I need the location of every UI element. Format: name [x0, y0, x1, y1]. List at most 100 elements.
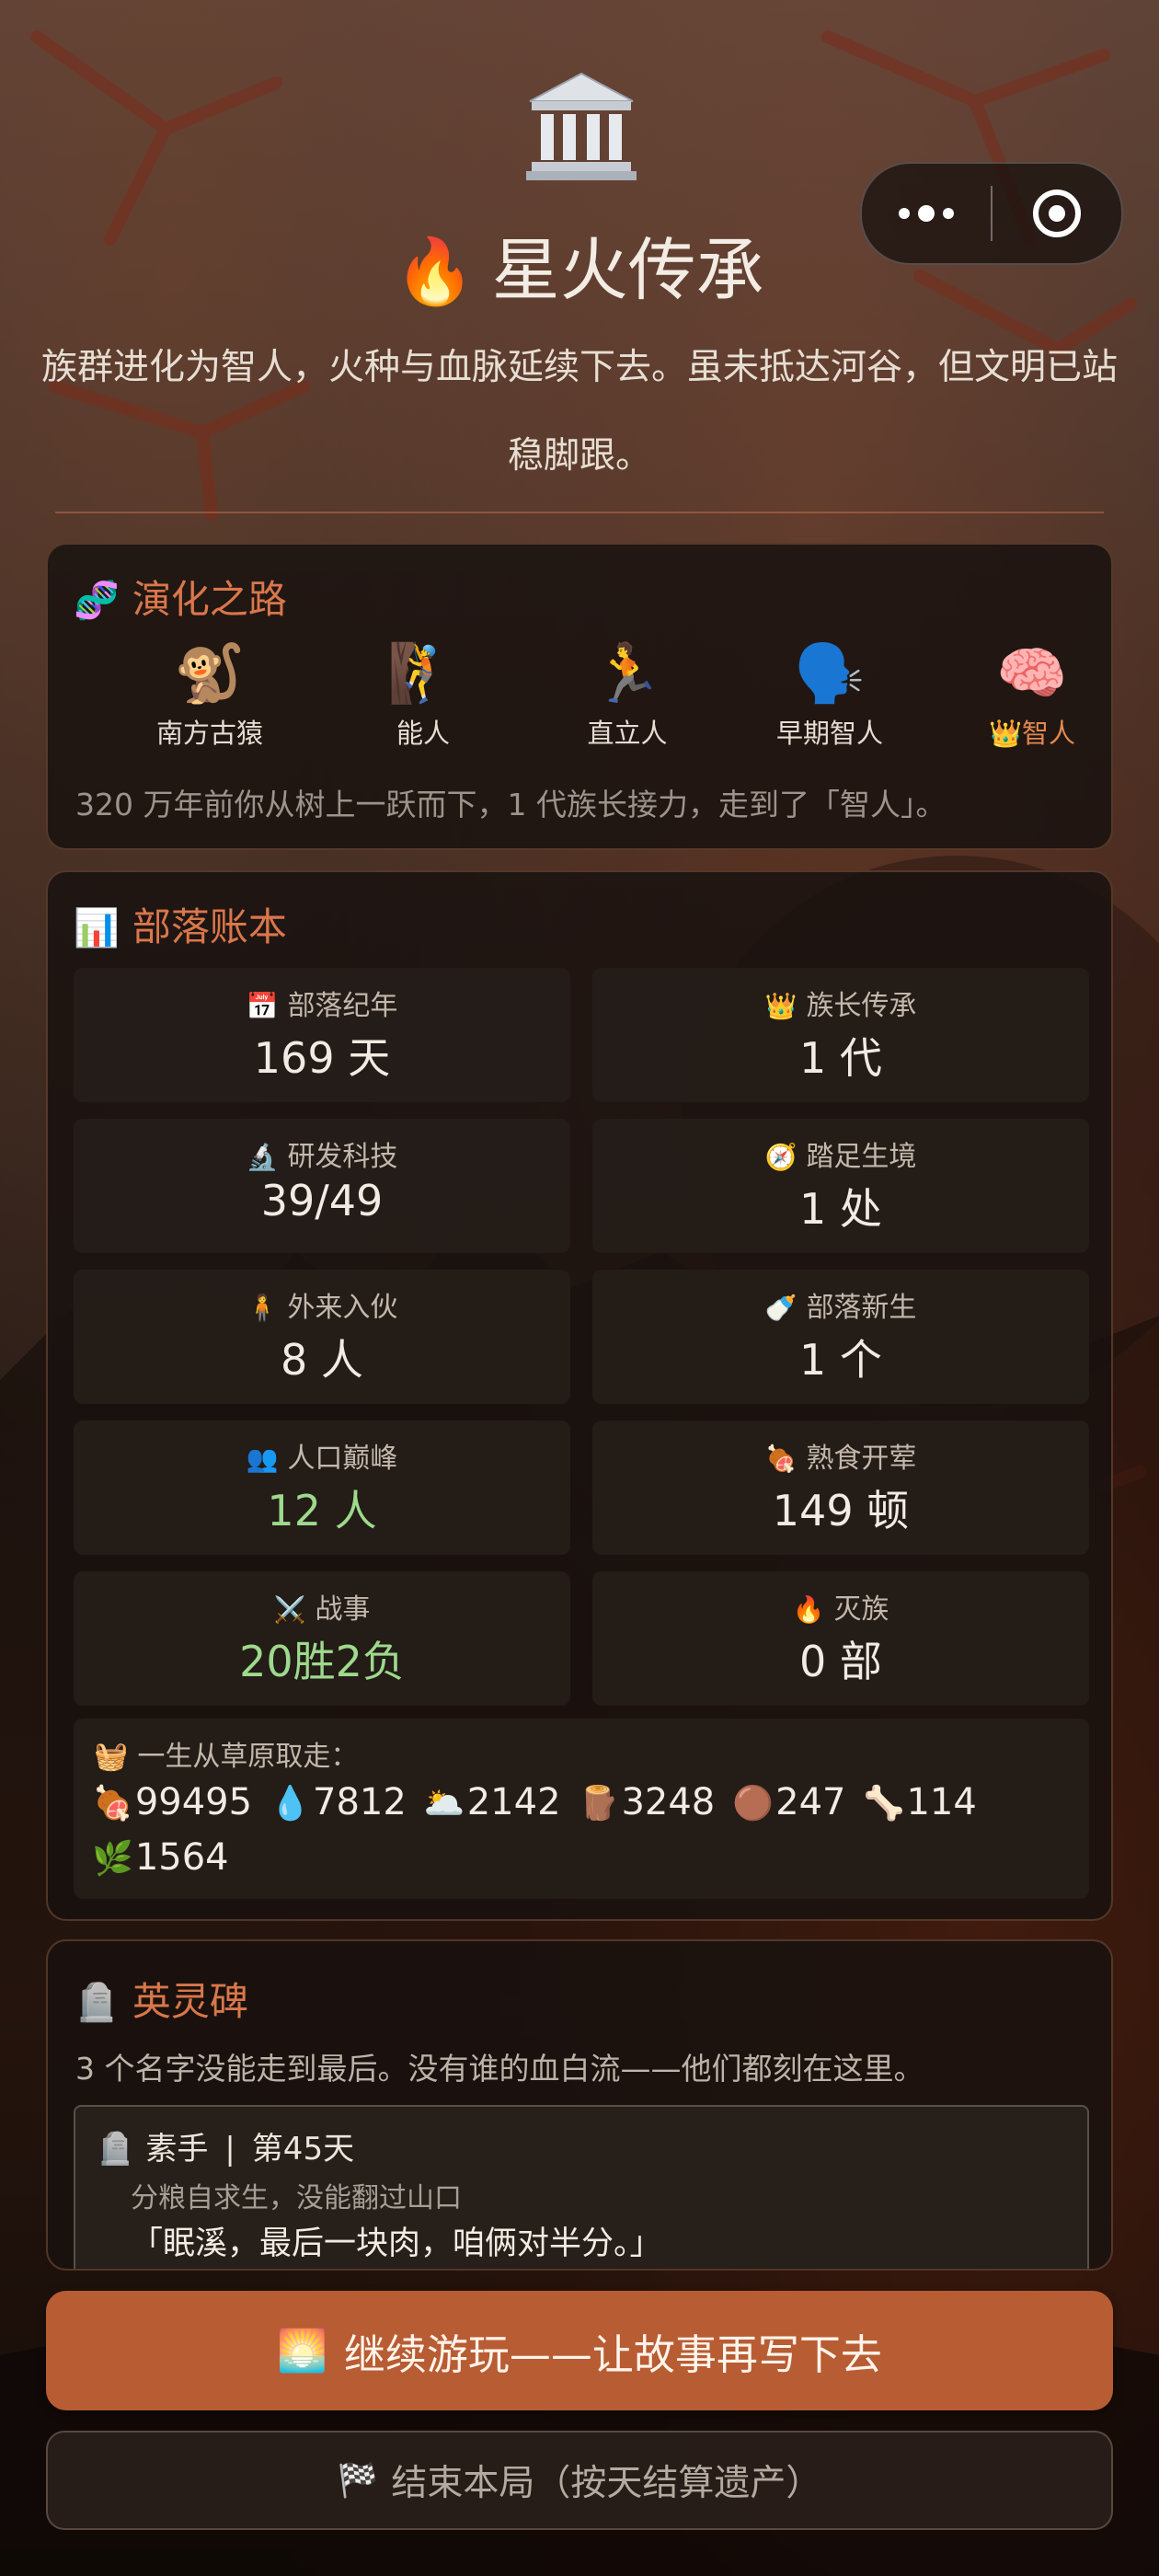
wood-log-icon: 🪵 — [578, 1785, 620, 1823]
speaking-head-icon: 🗣️ — [794, 639, 866, 707]
stat-label: 🍖 熟食开荤 — [592, 1435, 1089, 1476]
monkey-icon: 🐒 — [174, 639, 246, 707]
stat-chief-generations: 👑 族长传承 1 代 — [592, 968, 1089, 1102]
end-game-button[interactable]: 🏁 结束本局（按天结算遗产） — [46, 2431, 1113, 2530]
baby-bottle-icon: 🍼 — [764, 1293, 798, 1323]
evolution-note: 320 万年前你从树上一跃而下，1 代族长接力，走到了「智人」。 — [75, 787, 947, 822]
stat-tribes-destroyed: 🔥 灭族 0 部 — [592, 1571, 1089, 1706]
memorial-note: 3 个名字没能走到最后。没有谁的血白流——他们都刻在这里。 — [75, 2051, 924, 2087]
resource-wood: 🪵3248 — [579, 1776, 716, 1831]
ledger-title: 📊 部落账本 — [74, 896, 287, 952]
stat-peak-population: 👥 人口巅峰 12 人 — [74, 1420, 570, 1555]
people-icon: 👥 — [246, 1443, 279, 1474]
compass-icon: 🧭 — [764, 1142, 798, 1172]
stat-label-text: 研发科技 — [287, 1141, 398, 1173]
resource-stone: 🟤247 — [732, 1776, 845, 1831]
sunrise-icon: 🌅 — [277, 2328, 327, 2375]
bar-chart-icon: 📊 — [74, 907, 120, 949]
resource-list: 🍖99495 💧7812 🌥️2142 🪵3248 🟤247 🦴114 🌿156… — [92, 1776, 1076, 1886]
stat-value: 8 人 — [281, 1335, 363, 1385]
classical-building-icon — [526, 72, 637, 180]
ending-screen: 🔥 星火传承 族群进化为智人，火种与血脉延续下去。虽未抵达河谷，但文明已站稳脚跟。… — [0, 0, 1159, 2576]
stat-value: 20胜2负 — [239, 1637, 405, 1686]
microscope-icon: 🔬 — [246, 1142, 279, 1172]
stat-value: 1 个 — [799, 1335, 882, 1385]
memorial-title: 🪦 英灵碑 — [74, 1971, 248, 2027]
stat-value: 169 天 — [253, 1033, 391, 1083]
stat-label-text: 踏足生境 — [806, 1141, 917, 1173]
climber-icon: 🧗 — [387, 639, 459, 707]
runner-icon: 🏃 — [591, 639, 663, 707]
stat-value: 12 人 — [267, 1486, 377, 1535]
resource-value: 247 — [775, 1781, 846, 1823]
memorial-entry-header: 🪦 素手 | 第45天 — [96, 2123, 354, 2168]
stage-homo-habilis: 🧗 能人 — [322, 637, 524, 756]
resource-bone: 🦴114 — [864, 1776, 977, 1831]
resource-value: 2142 — [466, 1781, 561, 1823]
stat-tribe-days: 📅 部落纪年 169 天 — [74, 968, 570, 1102]
herb-icon: 🌿 — [92, 1840, 133, 1878]
meat-icon: 🍖 — [764, 1443, 798, 1474]
stat-label-text: 灭族 — [833, 1593, 889, 1626]
evolution-stages: 🐒 南方古猿 🧗 能人 🏃 直立人 🗣️ 早期智人 🧠 👑智人 — [48, 637, 1115, 765]
stat-tech-researched: 🔬 研发科技 39/49 — [74, 1119, 570, 1253]
crown-icon: 👑 — [764, 991, 798, 1021]
stage-australopithecus: 🐒 南方古猿 — [109, 637, 311, 756]
stat-births: 🍼 部落新生 1 个 — [592, 1270, 1089, 1404]
resource-value: 1564 — [134, 1836, 229, 1879]
stat-value: 39/49 — [260, 1176, 384, 1225]
stat-label-text: 部落新生 — [806, 1292, 917, 1324]
stat-label-text: 外来入伙 — [287, 1292, 398, 1324]
resource-meat: 🍖99495 — [92, 1776, 252, 1831]
stat-habitats: 🧭 踏足生境 1 处 — [592, 1119, 1089, 1253]
stat-label: 🧭 踏足生境 — [592, 1133, 1089, 1174]
brain-icon: 🧠 — [996, 639, 1068, 707]
stat-value: 1 代 — [799, 1033, 882, 1083]
resource-water: 💧7812 — [270, 1776, 407, 1831]
meat-icon: 🍖 — [92, 1785, 133, 1823]
continue-button-label: 继续游玩——让故事再写下去 — [343, 2329, 882, 2379]
ending-title-text: 星火传承 — [491, 231, 764, 310]
fallen-day: 第45天 — [251, 2131, 355, 2168]
stat-cooked-meals: 🍖 熟食开荤 149 顿 — [592, 1420, 1089, 1555]
brown-circle-icon: 🟤 — [732, 1785, 775, 1823]
stat-label: ⚔️ 战事 — [74, 1586, 570, 1627]
stage-label: 能人 — [396, 718, 450, 749]
title-divider — [55, 512, 1104, 513]
lifetime-resources: 🧺 一生从草原取走： 🍖99495 💧7812 🌥️2142 🪵3248 🟤247… — [74, 1719, 1089, 1899]
stage-homo-erectus: 🏃 直立人 — [526, 637, 729, 756]
person-icon: 🧍 — [246, 1293, 279, 1323]
crossed-swords-icon: ⚔️ — [273, 1594, 306, 1625]
calendar-icon: 📅 — [246, 991, 279, 1021]
evolution-title-text: 演化之路 — [132, 577, 287, 622]
stage-archaic-sapiens: 🗣️ 早期智人 — [729, 637, 931, 756]
fallen-name: 素手 — [145, 2131, 209, 2168]
evolution-card: 🧬 演化之路 🐒 南方古猿 🧗 能人 🏃 直立人 🗣️ 早期智人 🧠 👑智人 3… — [46, 543, 1113, 850]
memorial-card: 🪦 英灵碑 3 个名字没能走到最后。没有谁的血白流——他们都刻在这里。 🪦 素手 | 第… — [46, 1939, 1113, 2271]
continue-button[interactable]: 🌅 继续游玩——让故事再写下去 — [46, 2291, 1113, 2410]
stage-homo-sapiens: 🧠 👑智人 — [931, 637, 1133, 756]
stat-label-text: 战事 — [315, 1593, 371, 1626]
basket-icon: 🧺 — [94, 1741, 129, 1773]
stat-label: 📅 部落纪年 — [74, 983, 570, 1023]
stage-label: 南方古猿 — [155, 718, 263, 749]
stat-label-text: 部落纪年 — [287, 990, 398, 1022]
resource-value: 114 — [906, 1781, 977, 1823]
resource-value: 99495 — [134, 1781, 253, 1823]
resources-title-text: 一生从草原取走： — [137, 1741, 359, 1773]
stat-value: 0 部 — [799, 1637, 882, 1686]
memorial-entry: 🪦 素手 | 第45天 分粮自求生，没能翻过山口 「眠溪，最后一块肉，咱俩对半分。」 — [74, 2105, 1089, 2269]
stage-label-current: 👑智人 — [988, 718, 1076, 749]
dna-icon: 🧬 — [74, 580, 120, 622]
stat-label: 🔬 研发科技 — [74, 1133, 570, 1174]
tribe-ledger-card: 📊 部落账本 📅 部落纪年 169 天 👑 族长传承 1 代 🔬 研发科技 39/49 … — [46, 870, 1113, 1921]
separator: | — [224, 2131, 235, 2168]
stat-label-text: 熟食开荤 — [806, 1443, 917, 1475]
resource-value: 3248 — [621, 1781, 716, 1823]
resource-herb: 🌿1564 — [92, 1831, 229, 1886]
ledger-title-text: 部落账本 — [132, 904, 287, 949]
ending-title: 🔥 星火传承 — [0, 224, 1159, 317]
stat-label-text: 族长传承 — [806, 990, 917, 1022]
evolution-title: 🧬 演化之路 — [74, 569, 287, 625]
resource-cloud: 🌥️2142 — [424, 1776, 561, 1831]
